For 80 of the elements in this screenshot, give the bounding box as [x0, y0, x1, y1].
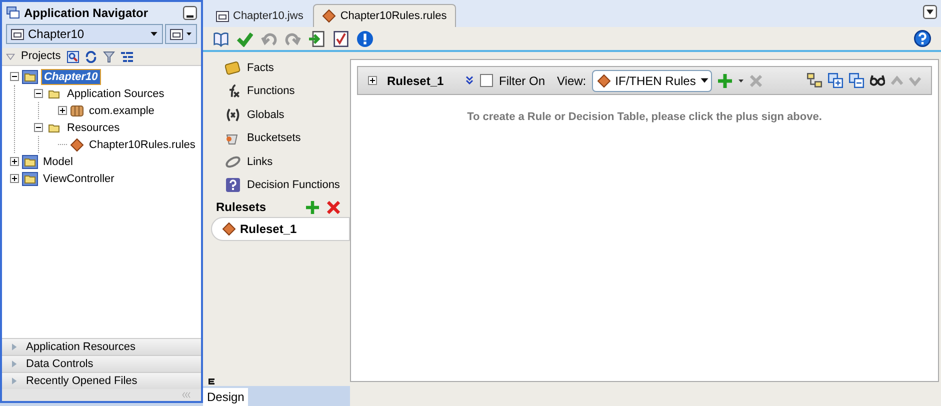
section-label: Rulesets: [216, 199, 268, 216]
ruleset-icon: [222, 222, 236, 236]
expand-triangle-icon: [10, 377, 18, 385]
rules-file-icon: [322, 9, 336, 23]
empty-state-message: To create a Rule or Decision Table, please click the plus sign above.: [466, 110, 823, 125]
filter-checkbox[interactable]: [480, 74, 493, 87]
question-icon: [225, 178, 241, 192]
glasses-icon[interactable]: [870, 73, 885, 88]
collapse-triangle-icon[interactable]: [6, 52, 15, 61]
editor-tab[interactable]: Chapter10Rules.rules: [313, 4, 456, 27]
expand-icon[interactable]: [10, 157, 19, 166]
rule-nav-item[interactable]: Decision Functions: [203, 174, 350, 197]
minimize-icon[interactable]: [183, 6, 197, 20]
rule-nav-item[interactable]: Globals: [203, 103, 350, 126]
caret-icon: [186, 31, 192, 37]
windows-icon: [6, 6, 20, 20]
tab-list-icon[interactable]: [923, 5, 937, 19]
collapse-icon[interactable]: [34, 123, 43, 132]
collapse-icon[interactable]: [34, 89, 43, 98]
rule-nav-item[interactable]: Facts: [203, 56, 350, 80]
expand-icon[interactable]: [58, 106, 67, 115]
view-label: View:: [557, 72, 586, 90]
editor-tab[interactable]: Chapter10.jws: [208, 6, 312, 27]
expand-all-icon[interactable]: [828, 73, 843, 88]
collapse-all-icon[interactable]: [849, 73, 864, 88]
accordion-header[interactable]: Application Resources: [2, 338, 201, 355]
caret-icon: [150, 30, 158, 38]
add-icon[interactable]: [306, 200, 319, 214]
expand-icon[interactable]: [368, 76, 377, 85]
checkbox-label: Filter On: [499, 72, 546, 90]
rule-nav-item[interactable]: Functions: [203, 80, 350, 103]
refresh-icon[interactable]: [85, 50, 97, 62]
panel-title: Application Navigator: [24, 5, 148, 22]
import-icon[interactable]: [309, 30, 325, 46]
project-folder-icon: [22, 70, 38, 84]
expand-triangle-icon: [10, 343, 18, 351]
tree-item[interactable]: Resources: [65, 120, 122, 134]
filter-icon[interactable]: [103, 50, 115, 62]
accordion-header[interactable]: Data Controls: [2, 355, 201, 372]
tree-item[interactable]: Model: [41, 154, 75, 168]
expand-icon[interactable]: [10, 174, 19, 183]
collapse-icon[interactable]: [10, 72, 19, 81]
caret-icon[interactable]: [738, 78, 744, 84]
variable-icon: [225, 108, 241, 122]
search-icon[interactable]: [67, 50, 79, 62]
checkmark-icon[interactable]: [237, 30, 253, 46]
hierarchy-icon[interactable]: [807, 73, 822, 88]
delete-icon[interactable]: [327, 200, 340, 214]
view-dropdown[interactable]: IF/THEN Rules: [592, 70, 712, 92]
expand-triangle-icon: [10, 360, 18, 368]
list-icon[interactable]: [121, 50, 133, 62]
tree-item[interactable]: com.example: [87, 104, 156, 118]
caret-icon: [700, 76, 709, 85]
windows-icon: [11, 28, 24, 40]
checklist-icon[interactable]: [333, 30, 349, 46]
double-chevron-icon[interactable]: [465, 76, 474, 85]
application-menu-button[interactable]: [165, 24, 197, 44]
rules-file-icon: [70, 138, 84, 152]
chain-link-icon: [225, 154, 241, 169]
tree-item[interactable]: Chapter10: [41, 68, 101, 84]
design-tab[interactable]: Design: [203, 388, 248, 406]
tree-item[interactable]: Application Sources: [65, 86, 166, 100]
accordion-header[interactable]: Recently Opened Files: [2, 372, 201, 389]
project-folder-icon: [22, 154, 38, 168]
help-icon[interactable]: [914, 30, 931, 47]
windows-icon: [170, 28, 183, 40]
rule-nav-item[interactable]: Links: [203, 150, 350, 174]
project-folder-icon: [22, 172, 38, 186]
add-icon[interactable]: [718, 74, 732, 88]
ruleset-name: Ruleset_1: [387, 72, 445, 90]
tree-item[interactable]: ViewController: [41, 172, 116, 186]
application-dropdown[interactable]: Chapter10: [6, 24, 163, 44]
section-header[interactable]: Projects: [21, 48, 61, 65]
windows-icon: [216, 11, 229, 22]
tree-item[interactable]: Chapter10Rules.rules: [87, 138, 198, 152]
ruleset-item[interactable]: Ruleset_1: [211, 217, 350, 241]
rules-icon: [597, 74, 612, 88]
info-icon[interactable]: [357, 30, 373, 46]
rule-nav-item[interactable]: Bucketsets: [203, 126, 350, 150]
package-icon: [70, 104, 84, 118]
